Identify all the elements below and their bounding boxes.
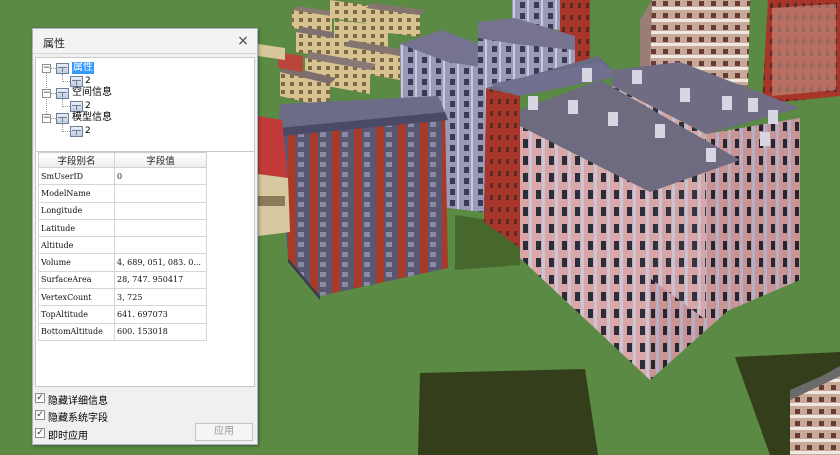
field-value-cell[interactable]: 4, 689, 051, 083. 0... — [114, 253, 207, 272]
table-row[interactable]: SurfaceArea 28, 747. 950417 — [38, 270, 207, 290]
column-header-field-alias[interactable]: 字段别名 — [38, 152, 115, 168]
hide-details-label[interactable]: 隐藏详细信息 — [48, 392, 108, 407]
close-icon[interactable]: × — [235, 33, 251, 49]
tree-connector — [62, 106, 70, 107]
table-row[interactable]: VertexCount 3, 725 — [38, 288, 207, 307]
collapse-toggle-icon[interactable]: − — [42, 89, 51, 98]
column-header-field-value[interactable]: 字段值 — [114, 152, 207, 168]
panel-title: 属性 — [43, 37, 65, 50]
attribute-grid-container[interactable]: 字段别名 字段值 SmUserID 0 ModelName Longitude L… — [35, 151, 255, 387]
properties-panel: 属性 × − 属性 2 − 空间信息 2 − 模型信息 2 字段别名 字段值 S… — [32, 28, 258, 445]
tree-connector — [62, 131, 70, 132]
apply-immediately-checkbox[interactable]: ✓ — [35, 428, 45, 438]
tree-leaf-item[interactable]: 2 — [85, 101, 91, 111]
table-row[interactable]: TopAltitude 641. 697073 — [38, 305, 207, 324]
table-icon — [56, 63, 69, 74]
field-name-cell: ModelName — [38, 184, 115, 203]
apply-button[interactable]: 应用 — [195, 423, 253, 441]
table-icon — [56, 88, 69, 99]
field-name-cell: TopAltitude — [38, 305, 115, 324]
table-row[interactable]: Altitude — [38, 236, 207, 255]
field-name-cell: Longitude — [38, 201, 115, 220]
hide-system-fields-checkbox[interactable]: ✓ — [35, 410, 45, 420]
building-shadow — [418, 369, 598, 455]
tree-connector — [62, 81, 70, 82]
tree-node-attributes[interactable]: 属性 — [72, 62, 94, 74]
building-striped — [278, 96, 448, 300]
panel-titlebar[interactable]: 属性 × — [33, 29, 257, 54]
tree-leaf-item[interactable]: 2 — [85, 76, 91, 86]
table-icon — [70, 76, 83, 87]
table-row[interactable]: Volume 4, 689, 051, 083. 0... — [38, 253, 207, 272]
field-value-cell[interactable] — [114, 218, 207, 238]
field-value-cell[interactable]: 641. 697073 — [114, 305, 207, 324]
table-row[interactable]: Latitude — [38, 218, 207, 238]
field-name-cell: Volume — [38, 253, 115, 272]
field-name-cell: Latitude — [38, 218, 115, 238]
field-name-cell: SurfaceArea — [38, 270, 115, 290]
field-value-cell[interactable] — [114, 201, 207, 220]
field-value-cell[interactable]: 28, 747. 950417 — [114, 270, 207, 290]
field-value-cell[interactable]: 0 — [114, 166, 207, 186]
field-value-cell[interactable] — [114, 184, 207, 203]
collapse-toggle-icon[interactable]: − — [42, 64, 51, 73]
table-row[interactable]: BottomAltitude 600. 153018 — [38, 322, 207, 341]
hide-details-checkbox[interactable]: ✓ — [35, 393, 45, 403]
table-row[interactable]: Longitude — [38, 201, 207, 220]
field-name-cell: Altitude — [38, 236, 115, 255]
table-icon — [70, 101, 83, 112]
table-icon — [70, 126, 83, 137]
attribute-grid: 字段别名 字段值 SmUserID 0 ModelName Longitude L… — [38, 152, 207, 341]
field-value-cell[interactable]: 600. 153018 — [114, 322, 207, 341]
field-name-cell: VertexCount — [38, 288, 115, 307]
field-name-cell: SmUserID — [38, 166, 115, 186]
hide-system-fields-label[interactable]: 隐藏系统字段 — [48, 409, 108, 424]
tree-leaf-item[interactable]: 2 — [85, 126, 91, 136]
table-row[interactable]: ModelName — [38, 184, 207, 203]
tree-node-spatial-info[interactable]: 空间信息 — [72, 87, 112, 99]
table-row[interactable]: SmUserID 0 — [38, 166, 207, 186]
field-value-cell[interactable]: 3, 725 — [114, 288, 207, 307]
collapse-toggle-icon[interactable]: − — [42, 114, 51, 123]
apply-immediately-label[interactable]: 即时应用 — [48, 427, 88, 442]
field-value-cell[interactable] — [114, 236, 207, 255]
table-icon — [56, 113, 69, 124]
field-name-cell: BottomAltitude — [38, 322, 115, 341]
tree-node-model-info[interactable]: 模型信息 — [72, 112, 112, 124]
